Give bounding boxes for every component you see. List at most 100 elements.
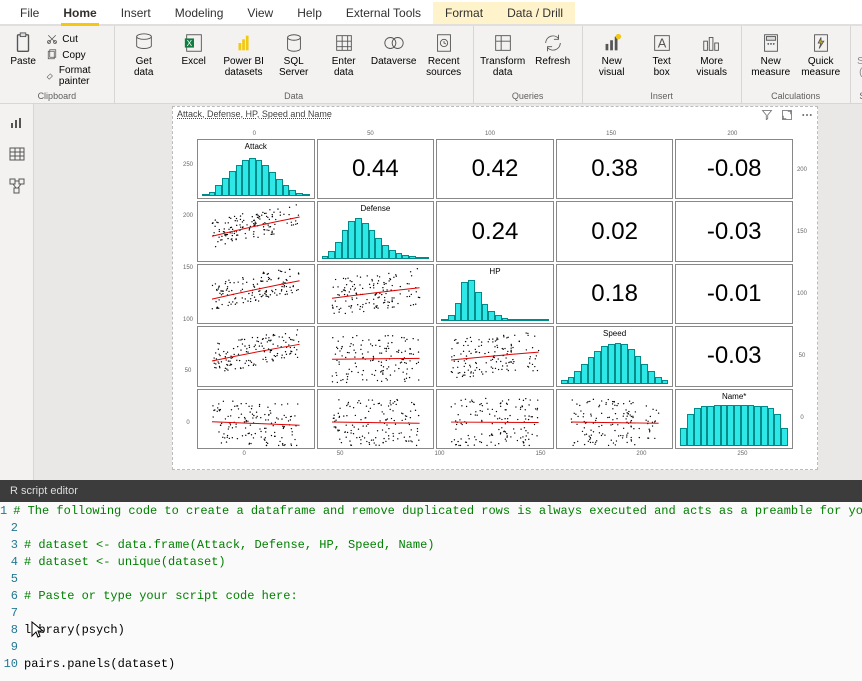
text-icon: A bbox=[651, 32, 673, 54]
corr-0-3: 0.38 bbox=[556, 139, 674, 199]
format-painter-button[interactable]: Format painter bbox=[44, 64, 107, 88]
transform-data-button[interactable]: Transform data bbox=[480, 30, 526, 80]
clipboard-icon bbox=[12, 32, 34, 54]
line-number: 4 bbox=[0, 555, 24, 572]
cut-button[interactable]: Cut bbox=[44, 32, 107, 46]
scatter-4-3 bbox=[556, 389, 674, 449]
r-visual[interactable]: Attack, Defense, HP, Speed and Name 0501… bbox=[172, 106, 818, 470]
corr-1-2: 0.24 bbox=[436, 201, 554, 261]
more-options-icon[interactable] bbox=[801, 109, 813, 121]
recent-sources-button[interactable]: Recent sources bbox=[421, 30, 467, 80]
code-line[interactable]: 6# Paste or type your script code here: bbox=[0, 589, 862, 606]
ribbon-group-sensitivity: Sensitivity (preview) Sensitivity bbox=[851, 26, 862, 103]
code-line[interactable]: 5 bbox=[0, 572, 862, 589]
diag-label: Speed bbox=[603, 327, 626, 338]
refresh-button[interactable]: Refresh bbox=[530, 30, 576, 69]
corr-0-1: 0.44 bbox=[317, 139, 435, 199]
axis-right: 200150100500 bbox=[795, 139, 809, 449]
ribbon-group-calc: New measure Quick measure Calculations bbox=[742, 26, 851, 103]
code-line[interactable]: 8library(psych) bbox=[0, 623, 862, 640]
filter-icon[interactable] bbox=[761, 109, 773, 121]
text-box-label: Text box bbox=[653, 56, 671, 78]
ribbon-group-queries: Transform data Refresh Queries bbox=[474, 26, 583, 103]
svg-text:X: X bbox=[186, 39, 192, 48]
model-view-icon[interactable] bbox=[9, 178, 25, 194]
sql-button[interactable]: SQL Server bbox=[271, 30, 317, 80]
tab-insert[interactable]: Insert bbox=[109, 2, 163, 24]
quick-measure-button[interactable]: Quick measure bbox=[798, 30, 844, 80]
report-view-icon[interactable] bbox=[9, 114, 25, 130]
code-text[interactable]: library(psych) bbox=[24, 623, 862, 640]
script-editor-header: R script editor bbox=[0, 480, 862, 502]
recent-sources-label: Recent sources bbox=[426, 56, 461, 78]
code-text[interactable] bbox=[24, 572, 862, 589]
scatter-4-2 bbox=[436, 389, 554, 449]
data-view-icon[interactable] bbox=[9, 146, 25, 162]
tab-file[interactable]: File bbox=[8, 2, 51, 24]
tab-view[interactable]: View bbox=[235, 2, 285, 24]
new-visual-label: New visual bbox=[599, 56, 625, 78]
excel-icon: X bbox=[183, 32, 205, 54]
transform-icon bbox=[492, 32, 514, 54]
scatter-3-0 bbox=[197, 326, 315, 386]
code-line[interactable]: 7 bbox=[0, 606, 862, 623]
ribbon-group-clipboard: Paste Cut Copy Format painter Clipboard bbox=[0, 26, 115, 103]
new-visual-button[interactable]: New visual bbox=[589, 30, 635, 80]
get-data-button[interactable]: Get data bbox=[121, 30, 167, 80]
corr-1-4: -0.03 bbox=[675, 201, 793, 261]
axis-left: 250200150100500 bbox=[181, 139, 195, 449]
code-text[interactable]: pairs.panels(dataset) bbox=[24, 657, 862, 674]
scatter-2-1 bbox=[317, 264, 435, 324]
sql-icon bbox=[283, 32, 305, 54]
code-text[interactable]: # Paste or type your script code here: bbox=[24, 589, 862, 606]
tab-data-drill[interactable]: Data / Drill bbox=[495, 2, 575, 24]
format-painter-label: Format painter bbox=[59, 65, 106, 87]
code-text[interactable]: # The following code to create a datafra… bbox=[13, 504, 862, 521]
pbi-datasets-button[interactable]: Power BI datasets bbox=[221, 30, 267, 80]
axis-top: 050100150200 bbox=[197, 129, 793, 137]
code-line[interactable]: 3# dataset <- data.frame(Attack, Defense… bbox=[0, 538, 862, 555]
corr-0-2: 0.42 bbox=[436, 139, 554, 199]
copy-button[interactable]: Copy bbox=[44, 48, 107, 62]
sensitivity-group-label: Sensitivity bbox=[857, 89, 862, 101]
diag-label: Defense bbox=[360, 202, 390, 213]
diag-label: HP bbox=[489, 265, 500, 276]
tab-external-tools[interactable]: External Tools bbox=[334, 2, 433, 24]
tab-help[interactable]: Help bbox=[285, 2, 334, 24]
diag-name: Name* bbox=[675, 389, 793, 449]
text-box-button[interactable]: A Text box bbox=[639, 30, 685, 80]
scatter-3-1 bbox=[317, 326, 435, 386]
enter-data-label: Enter data bbox=[332, 56, 356, 78]
code-text[interactable]: # dataset <- unique(dataset) bbox=[24, 555, 862, 572]
code-text[interactable] bbox=[24, 606, 862, 623]
tab-format[interactable]: Format bbox=[433, 2, 495, 24]
focus-icon[interactable] bbox=[781, 109, 793, 121]
tab-home[interactable]: Home bbox=[51, 2, 108, 24]
calculator-icon bbox=[760, 32, 782, 54]
excel-label: Excel bbox=[181, 56, 205, 67]
code-text[interactable]: # dataset <- data.frame(Attack, Defense,… bbox=[24, 538, 862, 555]
calc-group-label: Calculations bbox=[748, 89, 844, 101]
code-text[interactable] bbox=[24, 521, 862, 538]
brush-icon bbox=[46, 70, 55, 82]
line-number: 6 bbox=[0, 589, 24, 606]
code-line[interactable]: 4# dataset <- unique(dataset) bbox=[0, 555, 862, 572]
excel-button[interactable]: X Excel bbox=[171, 30, 217, 69]
tab-modeling[interactable]: Modeling bbox=[163, 2, 236, 24]
new-measure-button[interactable]: New measure bbox=[748, 30, 794, 80]
visual-title: Attack, Defense, HP, Speed and Name bbox=[173, 107, 817, 121]
code-line[interactable]: 10pairs.panels(dataset) bbox=[0, 657, 862, 674]
code-text[interactable] bbox=[24, 640, 862, 657]
code-line[interactable]: 1# The following code to create a datafr… bbox=[0, 504, 862, 521]
report-canvas[interactable]: Attack, Defense, HP, Speed and Name 0501… bbox=[34, 104, 862, 480]
code-line[interactable]: 9 bbox=[0, 640, 862, 657]
more-visuals-button[interactable]: More visuals bbox=[689, 30, 735, 80]
new-measure-label: New measure bbox=[751, 56, 790, 78]
script-editor[interactable]: 1# The following code to create a datafr… bbox=[0, 502, 862, 681]
dataverse-button[interactable]: Dataverse bbox=[371, 30, 417, 69]
data-group-label: Data bbox=[121, 89, 467, 101]
enter-data-button[interactable]: Enter data bbox=[321, 30, 367, 80]
code-line[interactable]: 2 bbox=[0, 521, 862, 538]
paste-button[interactable]: Paste bbox=[6, 30, 40, 69]
scatter-3-2 bbox=[436, 326, 554, 386]
